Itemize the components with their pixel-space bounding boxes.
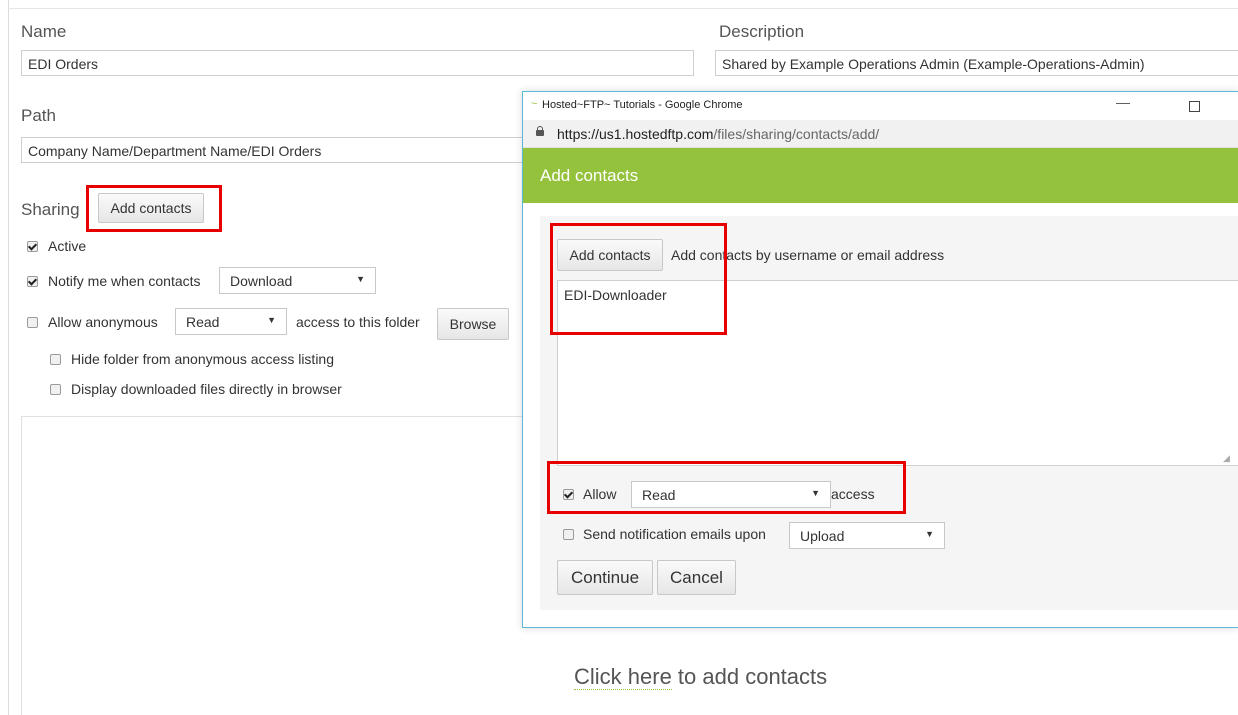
hide-folder-label: Hide folder from anonymous access listin…: [71, 351, 335, 367]
send-notify-checkbox[interactable]: [563, 529, 574, 540]
allow-label: Allow: [583, 486, 617, 502]
anon-select[interactable]: Read ▼: [175, 308, 287, 335]
lock-shackle: [537, 126, 543, 131]
notify-label: Notify me when contacts: [48, 273, 201, 289]
popup-header: Add contacts: [523, 148, 1238, 203]
click-here-text[interactable]: Click here: [574, 664, 672, 690]
path-label: Path: [21, 106, 56, 125]
contacts-textarea[interactable]: EDI-Downloader: [557, 280, 1238, 466]
anon-label: Allow anonymous: [48, 314, 158, 330]
chevron-down-icon: ▼: [811, 488, 820, 498]
notify-select-value: Download: [230, 273, 293, 289]
click-here-link[interactable]: Click here to add contacts: [574, 664, 827, 690]
popup-add-contacts-button[interactable]: Add contacts: [557, 239, 663, 271]
anon-suffix: access to this folder: [296, 314, 420, 330]
allow-select-value: Read: [642, 487, 676, 503]
path-field[interactable]: Company Name/Department Name/EDI Orders: [21, 137, 526, 163]
url-text: https://us1.hostedftp.com/files/sharing/…: [557, 126, 879, 142]
add-contacts-hint: Add contacts by username or email addres…: [671, 247, 945, 263]
sharing-label: Sharing: [21, 200, 80, 219]
send-notify-select[interactable]: Upload ▼: [789, 522, 945, 549]
app-icon: ~: [531, 98, 538, 110]
contacts-textarea-value: EDI-Downloader: [564, 287, 667, 303]
resize-handle-icon[interactable]: ◢: [1223, 453, 1230, 464]
active-label: Active: [48, 238, 87, 254]
active-checkbox[interactable]: [27, 241, 38, 252]
click-here-rest: to add contacts: [671, 664, 828, 689]
popup-titlebar: ~ Hosted~FTP~ Tutorials - Google Chrome …: [523, 92, 1238, 120]
name-field[interactable]: EDI Orders: [21, 50, 694, 76]
send-notify-label: Send notification emails upon: [583, 526, 766, 542]
cancel-button[interactable]: Cancel: [657, 560, 736, 595]
continue-button[interactable]: Continue: [557, 560, 653, 595]
display-files-label: Display downloaded files directly in bro…: [71, 381, 342, 397]
url-path: /files/sharing/contacts/add/: [713, 126, 880, 142]
window-title: Hosted~FTP~ Tutorials - Google Chrome: [542, 99, 743, 111]
hide-folder-checkbox[interactable]: [50, 354, 61, 365]
allow-suffix: access: [831, 486, 875, 502]
notify-checkbox[interactable]: [27, 276, 38, 287]
description-label: Description: [719, 22, 805, 41]
minimize-icon[interactable]: —: [1116, 94, 1130, 110]
send-notify-select-value: Upload: [800, 528, 845, 544]
allow-checkbox[interactable]: [563, 489, 574, 500]
display-files-checkbox[interactable]: [50, 384, 61, 395]
url-host: https://us1.hostedftp.com: [557, 126, 714, 142]
add-contacts-button[interactable]: Add contacts: [98, 193, 204, 223]
popup-addressbar: https://us1.hostedftp.com/files/sharing/…: [523, 120, 1238, 148]
description-field[interactable]: Shared by Example Operations Admin (Exam…: [715, 50, 1238, 76]
name-label: Name: [21, 22, 67, 41]
popup-window: ~ Hosted~FTP~ Tutorials - Google Chrome …: [522, 91, 1238, 628]
chevron-down-icon: ▼: [356, 274, 365, 284]
chevron-down-icon: ▼: [925, 529, 934, 539]
anon-select-value: Read: [186, 314, 220, 330]
browse-button[interactable]: Browse: [437, 308, 509, 340]
notify-select[interactable]: Download ▼: [219, 267, 376, 294]
anon-checkbox[interactable]: [27, 317, 38, 328]
page-left-border: [8, 0, 9, 715]
page-top-border: [8, 8, 1238, 9]
maximize-icon[interactable]: [1189, 101, 1200, 112]
chevron-down-icon: ▼: [267, 315, 276, 325]
allow-select[interactable]: Read ▼: [631, 481, 831, 508]
popup-header-title: Add contacts: [540, 166, 639, 185]
